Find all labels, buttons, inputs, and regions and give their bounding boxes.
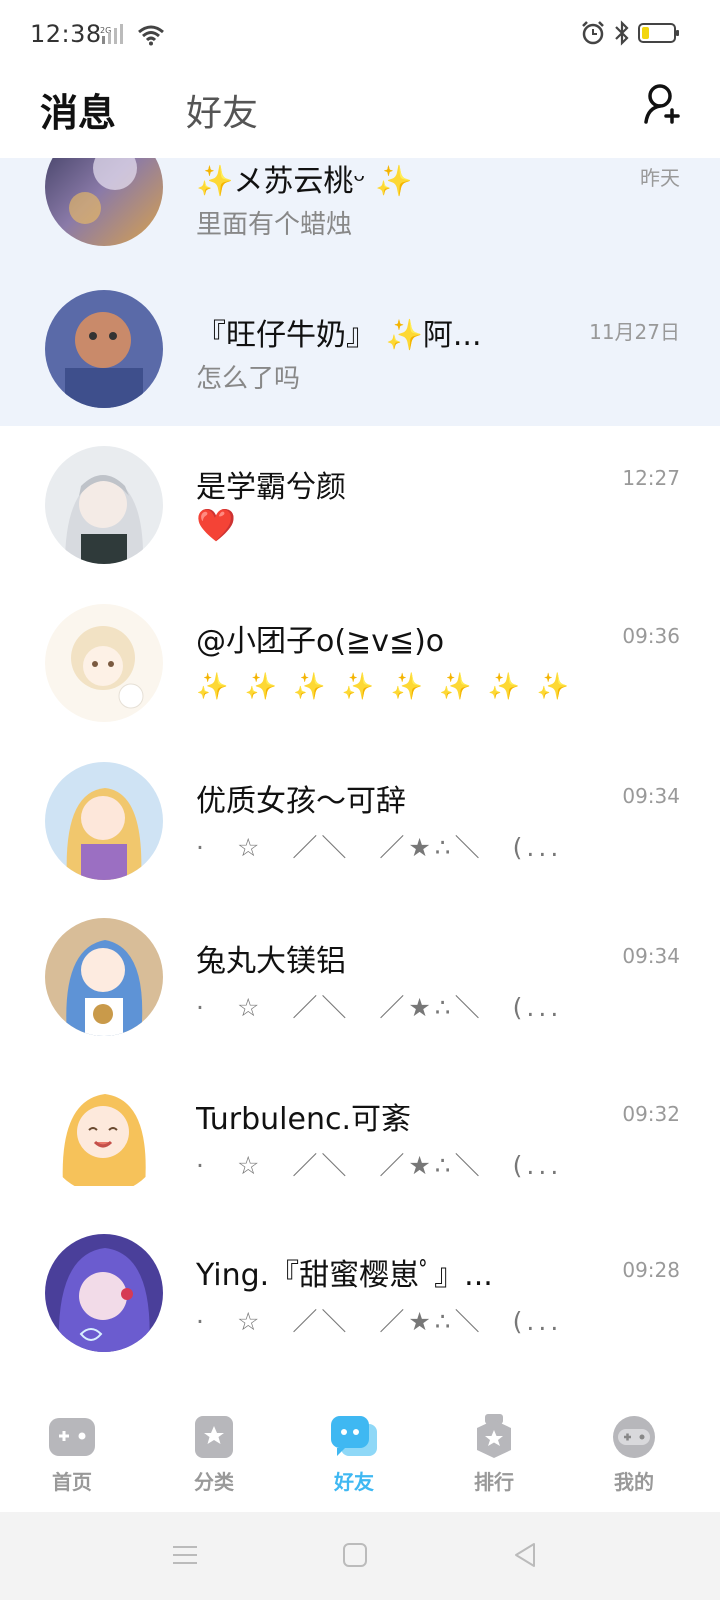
contact-name: Ying.『甜蜜樱崽ﾟ』... bbox=[196, 1258, 493, 1293]
contact-name: 是学霸兮颜 bbox=[196, 470, 346, 505]
profile-icon bbox=[609, 1414, 659, 1460]
conversation-list[interactable]: ✨メ苏云桃ᵕ ✨ 昨天 里面有个蜡烛 『旺仔牛奶』 ✨阿... 11月27日 怎… bbox=[0, 158, 720, 1400]
message-time: 09:28 bbox=[622, 1258, 680, 1282]
nav-friends-label: 好友 bbox=[334, 1470, 374, 1494]
nav-friends[interactable]: 好友 bbox=[304, 1414, 404, 1504]
avatar bbox=[45, 158, 163, 246]
nav-category[interactable]: 分类 bbox=[164, 1414, 264, 1504]
conversation-row[interactable]: Turbulenc.可紊 09:32 · ☆ ／＼ ／★∴＼ (... bbox=[0, 1066, 720, 1226]
alarm-icon bbox=[580, 20, 606, 50]
home-icon[interactable] bbox=[340, 1540, 370, 1570]
avatar bbox=[45, 1234, 163, 1352]
category-icon bbox=[189, 1414, 239, 1460]
signal-icon: 2G bbox=[100, 24, 128, 50]
status-time: 12:38 bbox=[30, 20, 102, 48]
message-preview: · ☆ ／＼ ／★∴＼ (... bbox=[196, 1307, 563, 1336]
conversation-row[interactable]: ✨メ苏云桃ᵕ ✨ 昨天 里面有个蜡烛 bbox=[0, 158, 720, 284]
conversation-row[interactable]: 优质女孩～可辞 09:34 · ☆ ／＼ ／★∴＼ (... bbox=[0, 746, 720, 906]
nav-profile[interactable]: 我的 bbox=[584, 1414, 684, 1504]
menu-icon[interactable] bbox=[170, 1540, 200, 1570]
message-time: 12:27 bbox=[622, 466, 680, 490]
system-navigation-bar bbox=[0, 1512, 720, 1600]
tab-messages[interactable]: 消息 bbox=[40, 82, 116, 137]
message-preview: · ☆ ／＼ ／★∴＼ (... bbox=[196, 1151, 563, 1180]
conversation-row[interactable]: 是学霸兮颜 12:27 ❤️ bbox=[0, 426, 720, 586]
status-bar: 12:38 2G bbox=[0, 0, 720, 70]
nav-ranking-label: 排行 bbox=[474, 1470, 514, 1494]
gamepad-icon bbox=[47, 1414, 97, 1460]
back-icon[interactable] bbox=[510, 1540, 540, 1570]
contact-name: Turbulenc.可紊 bbox=[196, 1102, 412, 1137]
tab-friends[interactable]: 好友 bbox=[186, 84, 258, 136]
contact-name: @小团子o(≧v≦)o bbox=[196, 624, 445, 659]
message-time: 09:34 bbox=[622, 784, 680, 808]
message-preview: 里面有个蜡烛 bbox=[196, 210, 353, 240]
message-time: 昨天 bbox=[640, 166, 680, 190]
nav-home-label: 首页 bbox=[52, 1470, 92, 1494]
conversation-row[interactable]: Ying.『甜蜜樱崽ﾟ』... 09:28 · ☆ ／＼ ／★∴＼ (... bbox=[0, 1226, 720, 1386]
contact-name: 『旺仔牛奶』 ✨阿... bbox=[196, 318, 482, 353]
battery-icon bbox=[638, 22, 680, 48]
conversation-row[interactable]: @小团子o(≧v≦)o 09:36 ✨ ✨ ✨ ✨ ✨ ✨ ✨ ✨ ✨ 🌟❤️.… bbox=[0, 586, 720, 746]
contact-name: ✨メ苏云桃ᵕ ✨ bbox=[196, 164, 413, 199]
avatar bbox=[45, 446, 163, 564]
message-time: 09:32 bbox=[622, 1102, 680, 1126]
message-preview: ✨ ✨ ✨ ✨ ✨ ✨ ✨ ✨ ✨ 🌟❤️... bbox=[196, 672, 576, 702]
avatar bbox=[45, 762, 163, 880]
message-time: 11月27日 bbox=[589, 320, 680, 344]
chat-icon bbox=[329, 1414, 379, 1460]
avatar bbox=[45, 918, 163, 1036]
nav-profile-label: 我的 bbox=[614, 1470, 654, 1494]
message-time: 09:34 bbox=[622, 944, 680, 968]
avatar bbox=[45, 604, 163, 722]
message-preview: · ☆ ／＼ ／★∴＼ (... bbox=[196, 993, 563, 1022]
message-preview: ❤️ bbox=[196, 506, 236, 544]
message-preview: 怎么了吗 bbox=[196, 364, 301, 394]
nav-ranking[interactable]: 排行 bbox=[444, 1414, 544, 1504]
top-header: 消息 好友 bbox=[0, 70, 720, 158]
message-preview: · ☆ ／＼ ／★∴＼ (... bbox=[196, 833, 563, 862]
add-user-icon[interactable] bbox=[642, 82, 686, 126]
conversation-row[interactable]: 『旺仔牛奶』 ✨阿... 11月27日 怎么了吗 bbox=[0, 284, 720, 426]
avatar bbox=[45, 1076, 163, 1194]
bottom-navigation: 首页 分类 好友 排行 我的 bbox=[0, 1400, 720, 1512]
contact-name: 兔丸大镁铝 bbox=[196, 944, 346, 979]
conversation-row[interactable]: 兔丸大镁铝 09:34 · ☆ ／＼ ／★∴＼ (... bbox=[0, 906, 720, 1066]
nav-category-label: 分类 bbox=[194, 1470, 234, 1494]
message-time: 09:36 bbox=[622, 624, 680, 648]
avatar bbox=[45, 290, 163, 408]
nav-home[interactable]: 首页 bbox=[22, 1414, 122, 1504]
contact-name: 优质女孩～可辞 bbox=[196, 784, 406, 819]
ranking-icon bbox=[469, 1414, 519, 1460]
bluetooth-icon bbox=[614, 20, 630, 50]
wifi-icon bbox=[136, 24, 166, 50]
